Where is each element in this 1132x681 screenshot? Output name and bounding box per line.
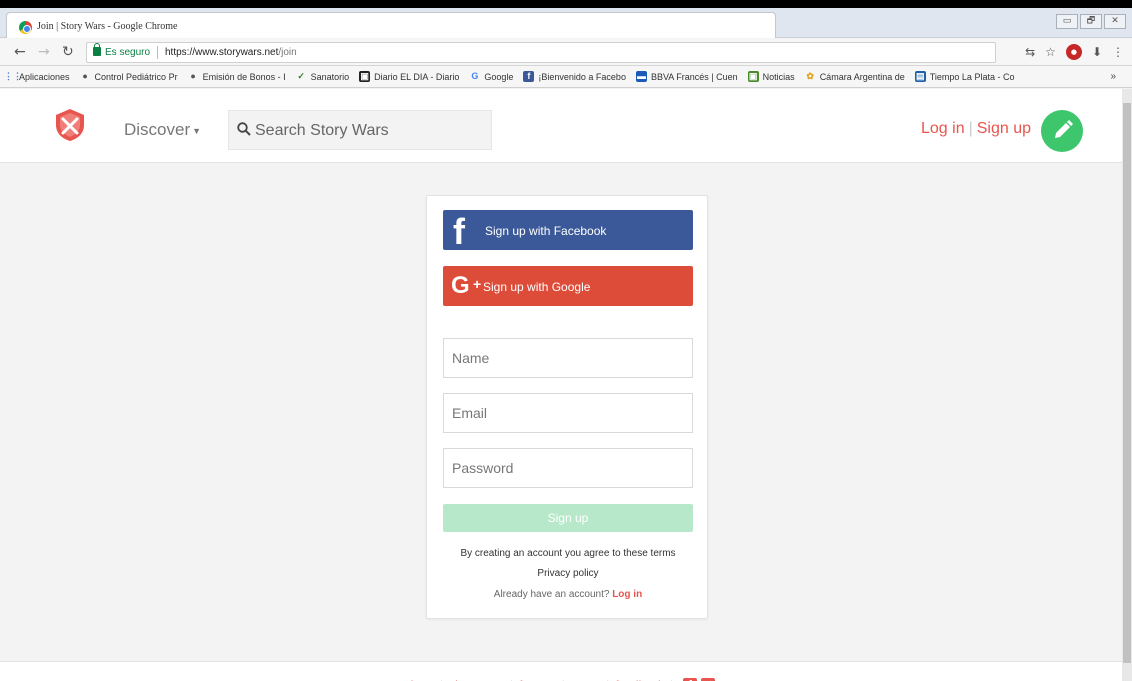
- url-text: https://www.storywars.net/join: [165, 47, 297, 58]
- pencil-icon: [1055, 120, 1073, 138]
- already-account-text: Already have an account? Log in: [493, 589, 643, 600]
- scrollbar-thumb[interactable]: [1123, 103, 1131, 663]
- bookmark-label: Diario EL DIA - Diario: [374, 71, 460, 82]
- bookmark-item[interactable]: ▤ Tiempo La Plata - Co: [914, 71, 1015, 82]
- password-field[interactable]: [443, 448, 693, 488]
- google-plus-icon: G: [451, 272, 470, 299]
- bookmark-label: ¡Bienvenido a Facebo: [538, 71, 626, 82]
- bookmark-label: Emisión de Bonos - I: [202, 71, 286, 82]
- bookmark-label: BBVA Francés | Cuen: [650, 71, 738, 82]
- bookmark-item[interactable]: ✿ Cámara Argentina de: [805, 71, 905, 82]
- page-viewport: Discover ▼ Search Story Wars Log in | Sign …: [0, 89, 1122, 681]
- lock-icon: [93, 43, 101, 56]
- bookmark-label: Cámara Argentina de: [819, 71, 905, 82]
- story-wars-shield-logo-icon[interactable]: [52, 107, 88, 143]
- check-icon: ✓: [297, 71, 305, 81]
- bookmark-item[interactable]: ▬ BBVA Francés | Cuen: [635, 71, 738, 82]
- news-icon: ▣: [747, 71, 759, 82]
- bookmark-label: Tiempo La Plata - Co: [929, 71, 1015, 82]
- facebook-signup-button[interactable]: f Sign up with Facebook: [443, 210, 693, 252]
- browser-tab[interactable]: Join | Story Wars - Google Chrome: [6, 12, 776, 38]
- bookmark-label: Google: [484, 71, 514, 82]
- reload-icon[interactable]: ↻: [62, 44, 74, 60]
- more-bookmarks-icon[interactable]: »: [1110, 71, 1116, 82]
- site-header: Discover ▼ Search Story Wars Log in | Sign …: [0, 89, 1122, 163]
- bookmark-item[interactable]: ● Emisión de Bonos - I: [188, 71, 286, 82]
- facebook-icon: f: [523, 71, 535, 82]
- news-icon: ▣: [359, 71, 371, 82]
- address-bar: ← → ↻ Es seguro https://www.storywars.ne…: [0, 39, 1132, 66]
- bookmark-item[interactable]: ▣ Diario EL DIA - Diario: [359, 71, 459, 82]
- bookmark-icon: ●: [190, 71, 196, 81]
- terms-link[interactable]: By creating an account you agree to thes…: [427, 548, 709, 559]
- bookmark-item[interactable]: ✓ Sanatorio: [296, 71, 350, 82]
- card-login-link[interactable]: Log in: [612, 589, 642, 600]
- google-icon: G: [471, 71, 479, 81]
- close-window-button[interactable]: ✕: [1104, 14, 1126, 29]
- site-footer: about|classroom|forums|users|feedback|f✓: [0, 661, 1122, 681]
- title-bar: Join | Story Wars - Google Chrome ▭ 🗗 ✕: [0, 8, 1132, 38]
- bookmark-item[interactable]: G Google: [469, 71, 513, 82]
- window-title: Join | Story Wars - Google Chrome: [37, 21, 178, 32]
- bookmark-icon: ●: [82, 71, 88, 81]
- search-icon: [237, 122, 251, 136]
- chrome-logo-icon: [19, 21, 32, 34]
- secure-label: Es seguro: [105, 47, 151, 58]
- auth-links: Log in | Sign up: [921, 120, 1032, 137]
- minimize-button[interactable]: ▭: [1056, 14, 1078, 29]
- bookmark-label: Control Pediátrico Pr: [94, 71, 178, 82]
- bookmark-label: Aplicaciones: [19, 71, 70, 82]
- weather-icon: ▤: [914, 71, 926, 82]
- signup-card: f Sign up with Facebook G + Sign up with…: [426, 195, 708, 619]
- star-bookmark-icon[interactable]: ☆: [1045, 45, 1056, 59]
- search-placeholder: Search Story Wars: [255, 122, 389, 139]
- facebook-icon: f: [453, 211, 465, 252]
- write-story-button[interactable]: [1041, 110, 1083, 152]
- bookmark-label: Noticias: [762, 71, 795, 82]
- restore-button[interactable]: 🗗: [1080, 14, 1102, 29]
- extension-badge-icon[interactable]: ●: [1065, 44, 1082, 60]
- browser-window: Join | Story Wars - Google Chrome ▭ 🗗 ✕ …: [0, 8, 1132, 681]
- bookmark-label: Sanatorio: [310, 71, 350, 82]
- translate-icon[interactable]: ⇆: [1025, 45, 1035, 59]
- privacy-policy-link[interactable]: Privacy policy: [427, 568, 709, 579]
- menu-dots-icon[interactable]: ⋮: [1112, 45, 1124, 59]
- globe-icon: ✿: [806, 71, 814, 81]
- signup-submit-button[interactable]: Sign up: [443, 504, 693, 532]
- bookmark-item[interactable]: ⋮⋮ Aplicaciones: [4, 71, 70, 82]
- bookmark-item[interactable]: ▣ Noticias: [747, 71, 795, 82]
- forward-arrow-icon[interactable]: →: [38, 44, 50, 60]
- name-field[interactable]: [443, 338, 693, 378]
- bookmark-item[interactable]: ● Control Pediátrico Pr: [80, 71, 178, 82]
- page-scrollbar[interactable]: [1122, 89, 1132, 681]
- bookmark-item[interactable]: f ¡Bienvenido a Facebo: [523, 71, 626, 82]
- back-arrow-icon[interactable]: ←: [14, 44, 26, 60]
- discover-dropdown[interactable]: Discover ▼: [124, 120, 201, 140]
- signup-link[interactable]: Sign up: [977, 120, 1031, 137]
- email-field[interactable]: [443, 393, 693, 433]
- search-box[interactable]: Search Story Wars: [228, 110, 492, 150]
- bank-icon: ▬: [635, 71, 647, 82]
- download-extension-icon[interactable]: ⬇: [1092, 45, 1102, 59]
- bookmarks-bar: ⋮⋮ Aplicaciones ● Control Pediátrico Pr ● Emi…: [0, 66, 1132, 88]
- caret-down-icon: ▼: [192, 125, 202, 136]
- login-link[interactable]: Log in: [921, 120, 965, 137]
- url-omnibox[interactable]: Es seguro https://www.storywars.net/join: [86, 42, 996, 63]
- plus-icon: +: [473, 276, 482, 292]
- google-signup-button[interactable]: G + Sign up with Google: [443, 266, 693, 306]
- apps-grid-icon: ⋮⋮: [4, 71, 22, 81]
